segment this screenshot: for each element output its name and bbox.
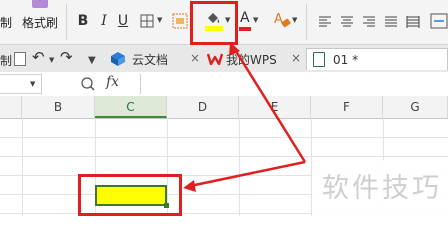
fx-icon[interactable]: fx	[106, 74, 119, 90]
cloud-doc-icon	[111, 52, 125, 66]
grid-line	[0, 156, 448, 157]
chevron-down-icon[interactable]: ▼	[49, 56, 54, 64]
brush-icon	[32, 0, 48, 8]
justify-icon	[385, 16, 397, 27]
tabs-menu-dropdown[interactable]: ▼	[88, 55, 96, 66]
distributed-align-button[interactable]	[406, 14, 420, 28]
column-header-g[interactable]: G	[383, 96, 448, 118]
selected-cell-highlight-box	[78, 174, 182, 216]
merge-cells-button[interactable]	[172, 10, 190, 32]
tab-spreadsheet-01[interactable]: 01 *	[306, 48, 448, 70]
borders-button[interactable]: ▼	[140, 12, 166, 30]
corner-cell[interactable]	[0, 96, 22, 118]
zoom-search-button[interactable]	[80, 76, 96, 92]
align-right-icon	[363, 16, 375, 27]
borders-icon	[140, 14, 154, 28]
fill-color-highlight-box	[190, 1, 238, 45]
grid-line	[239, 118, 240, 216]
column-headers: B C D E F G	[0, 96, 448, 119]
watermark-text: 软件技巧	[322, 173, 442, 204]
align-center-button[interactable]	[340, 14, 354, 28]
chevron-down-icon: ▼	[30, 80, 36, 88]
align-right-button[interactable]	[362, 14, 376, 28]
bold-button[interactable]: B	[76, 10, 90, 32]
italic-button[interactable]: I	[98, 10, 110, 32]
column-header-d[interactable]: D	[167, 96, 239, 118]
merge-center-button[interactable]	[430, 12, 448, 30]
grid-line	[0, 137, 448, 138]
column-header-c[interactable]: C	[95, 96, 167, 118]
font-color-swatch	[239, 27, 251, 31]
chevron-down-icon: ▼	[157, 16, 163, 24]
grid-line	[22, 118, 23, 216]
tab-my-wps[interactable]: 我的WPS ×	[205, 48, 305, 70]
clear-format-button[interactable]: A ▼	[272, 10, 300, 34]
close-icon[interactable]: ×	[291, 51, 301, 65]
font-color-button[interactable]: A ▼	[238, 10, 264, 34]
tab-label: 我的WPS	[226, 52, 277, 67]
underline-button[interactable]: U	[116, 10, 130, 32]
merge-cells-icon	[172, 13, 188, 29]
name-box[interactable]: ▼	[0, 74, 42, 94]
justify-button[interactable]	[384, 14, 398, 28]
chevron-down-icon: ▼	[292, 16, 298, 24]
undo-icon[interactable]: ↶	[32, 48, 45, 66]
close-icon[interactable]: ×	[190, 51, 200, 65]
tab-cloud-docs[interactable]: 云文档 ×	[106, 48, 204, 70]
font-color-label: A	[240, 10, 250, 26]
column-header-b[interactable]: B	[22, 96, 95, 118]
format-painter-label: 格式刷	[22, 16, 59, 30]
formula-input[interactable]	[140, 74, 448, 94]
partial-label: 制	[0, 54, 13, 68]
formula-bar: ▼ fx	[0, 72, 448, 97]
new-document-icon[interactable]	[14, 52, 26, 66]
distributed-align-icon	[406, 16, 420, 28]
merge-center-icon	[430, 13, 448, 29]
wps-logo-icon	[207, 53, 223, 66]
tab-label: 云文档	[132, 52, 169, 67]
align-left-button[interactable]	[318, 14, 332, 28]
format-painter-button[interactable]: 格式刷	[20, 0, 62, 40]
ribbon-divider	[66, 4, 67, 40]
ribbon-divider	[306, 4, 307, 40]
document-tabs-bar: 制 ↶ ↷ ▼ ▼ 云文档 × 我的WPS × 01 *	[0, 44, 448, 74]
tab-label: 01 *	[333, 52, 359, 67]
cut-label[interactable]: 制	[0, 14, 12, 31]
align-left-icon	[319, 16, 331, 27]
chevron-down-icon: ▼	[253, 16, 259, 24]
column-header-e[interactable]: E	[239, 96, 311, 118]
align-center-icon	[341, 16, 353, 27]
spreadsheet-file-icon	[313, 52, 325, 67]
redo-icon[interactable]: ↷	[60, 48, 73, 66]
column-header-f[interactable]: F	[311, 96, 383, 118]
search-icon	[81, 77, 95, 91]
